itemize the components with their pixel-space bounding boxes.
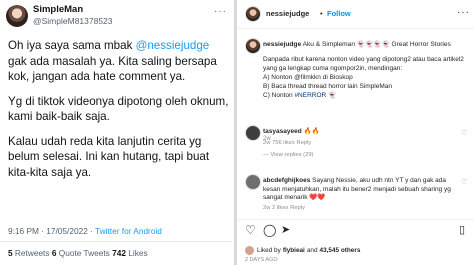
likes-count[interactable]: 742 bbox=[112, 248, 126, 258]
source-link[interactable]: Twitter for Android bbox=[95, 226, 162, 236]
post-header: nessiejudge • Follow ··· bbox=[237, 0, 474, 29]
share-icon[interactable]: ➤ bbox=[281, 223, 290, 236]
comment-body: 🔥🔥 bbox=[303, 128, 320, 135]
tweet-paragraph-3: Kalau udah reda kita lanjutin cerita yg … bbox=[8, 134, 210, 179]
heart-icon[interactable]: ♡ bbox=[245, 223, 256, 237]
view-replies-link[interactable]: — View replies (29) bbox=[263, 152, 313, 158]
liked-by-count[interactable]: 43,545 others bbox=[320, 247, 361, 254]
more-options-icon[interactable]: ··· bbox=[457, 7, 470, 18]
post-username[interactable]: nessiejudge bbox=[266, 9, 309, 18]
likes-label[interactable]: Likes bbox=[126, 248, 147, 258]
caption-body: Danpada ribut karena nonton video yang d… bbox=[263, 56, 468, 101]
tweet-text: Oh iya saya sama mbak @nessiejudge gak a… bbox=[8, 38, 230, 189]
user-handle[interactable]: @SimpleM81378523 bbox=[33, 16, 113, 26]
caption-text-segment: C) Nonton bbox=[263, 91, 295, 99]
post-date: 2 DAYS AGO bbox=[245, 257, 278, 263]
caption-title-text: Aku & Simpleman 👻👻👻👻 Great Horror Storie… bbox=[302, 41, 451, 48]
more-options-icon[interactable]: ··· bbox=[214, 6, 227, 17]
avatar[interactable] bbox=[245, 174, 261, 190]
instagram-post-panel: nessiejudge • Follow ··· nessiejudge Aku… bbox=[234, 0, 474, 265]
avatar bbox=[245, 246, 254, 255]
liked-by-and: and bbox=[306, 247, 318, 254]
tweet-text-segment: Oh iya saya sama mbak bbox=[8, 39, 136, 52]
caption-option-a: A) Nonton @filmkkn di Bioskop bbox=[263, 73, 353, 81]
avatar[interactable] bbox=[245, 6, 261, 22]
caption-username[interactable]: nessiejudge bbox=[263, 41, 301, 48]
timestamp-text[interactable]: 9:16 PM · 17/05/2022 · bbox=[8, 226, 95, 236]
liked-by-label: Liked by bbox=[257, 247, 281, 254]
divider bbox=[0, 241, 232, 242]
caption-option-c: C) Nonton #NERROR 👻 bbox=[263, 92, 468, 101]
avatar[interactable] bbox=[245, 125, 261, 141]
comment-text: abcdefghijkoes Sayang Nessie, aku udh nt… bbox=[263, 177, 453, 203]
follow-button[interactable]: Follow bbox=[327, 9, 351, 18]
avatar[interactable] bbox=[6, 5, 28, 27]
hashtag-link[interactable]: #NERROR bbox=[294, 92, 326, 99]
comment-meta[interactable]: 2w 756 likes Reply bbox=[263, 140, 311, 146]
tweet-stats: 5 Retweets 6 Quote Tweets 742 Likes bbox=[8, 248, 148, 258]
tweet-paragraph-2: Yg di tiktok videonya dipotong oleh oknu… bbox=[8, 94, 229, 124]
tweet-text-segment: gak ada masalah ya. Kita saling bersapa … bbox=[8, 54, 217, 84]
comment-icon[interactable]: ◯ bbox=[263, 223, 276, 237]
liked-by-user[interactable]: flybieai bbox=[283, 247, 305, 254]
caption-title: nessiejudge Aku & Simpleman 👻👻👻👻 Great H… bbox=[263, 41, 468, 49]
comment-username[interactable]: abcdefghijkoes bbox=[263, 177, 310, 184]
retweets-label[interactable]: Retweets bbox=[13, 248, 52, 258]
caption-option-b: B) Baca thread thread horror lain Simple… bbox=[263, 82, 392, 90]
bookmark-icon[interactable]: ▯ bbox=[459, 223, 465, 236]
comment-username[interactable]: tasyasayeed bbox=[263, 128, 302, 135]
comment-meta[interactable]: 2w 2 likes Reply bbox=[263, 205, 305, 211]
comment-text: tasyasayeed 🔥🔥 bbox=[263, 128, 453, 137]
tweet-paragraph-1: Oh iya saya sama mbak @nessiejudge gak a… bbox=[8, 38, 230, 85]
caption-text-segment: 👻 bbox=[326, 91, 337, 99]
display-name[interactable]: SimpleMan bbox=[33, 4, 83, 15]
post-actions: ♡ ◯ ➤ ▯ Liked by flybieai and 43,545 oth… bbox=[237, 219, 474, 265]
quotes-label[interactable]: Quote Tweets bbox=[56, 248, 112, 258]
separator-dot: • bbox=[320, 9, 323, 18]
avatar[interactable] bbox=[245, 38, 261, 54]
caption-paragraph: Danpada ribut karena nonton video yang d… bbox=[263, 56, 464, 72]
tweet-timestamp: 9:16 PM · 17/05/2022 · Twitter for Andro… bbox=[8, 226, 162, 236]
mention-link[interactable]: @nessiejudge bbox=[136, 39, 210, 52]
tweet-card: SimpleMan @SimpleM81378523 ··· Oh iya sa… bbox=[0, 0, 232, 265]
liked-by: Liked by flybieai and 43,545 others bbox=[245, 246, 362, 255]
like-comment-icon[interactable]: ♡ bbox=[461, 178, 467, 186]
like-comment-icon[interactable]: ♡ bbox=[461, 129, 467, 137]
